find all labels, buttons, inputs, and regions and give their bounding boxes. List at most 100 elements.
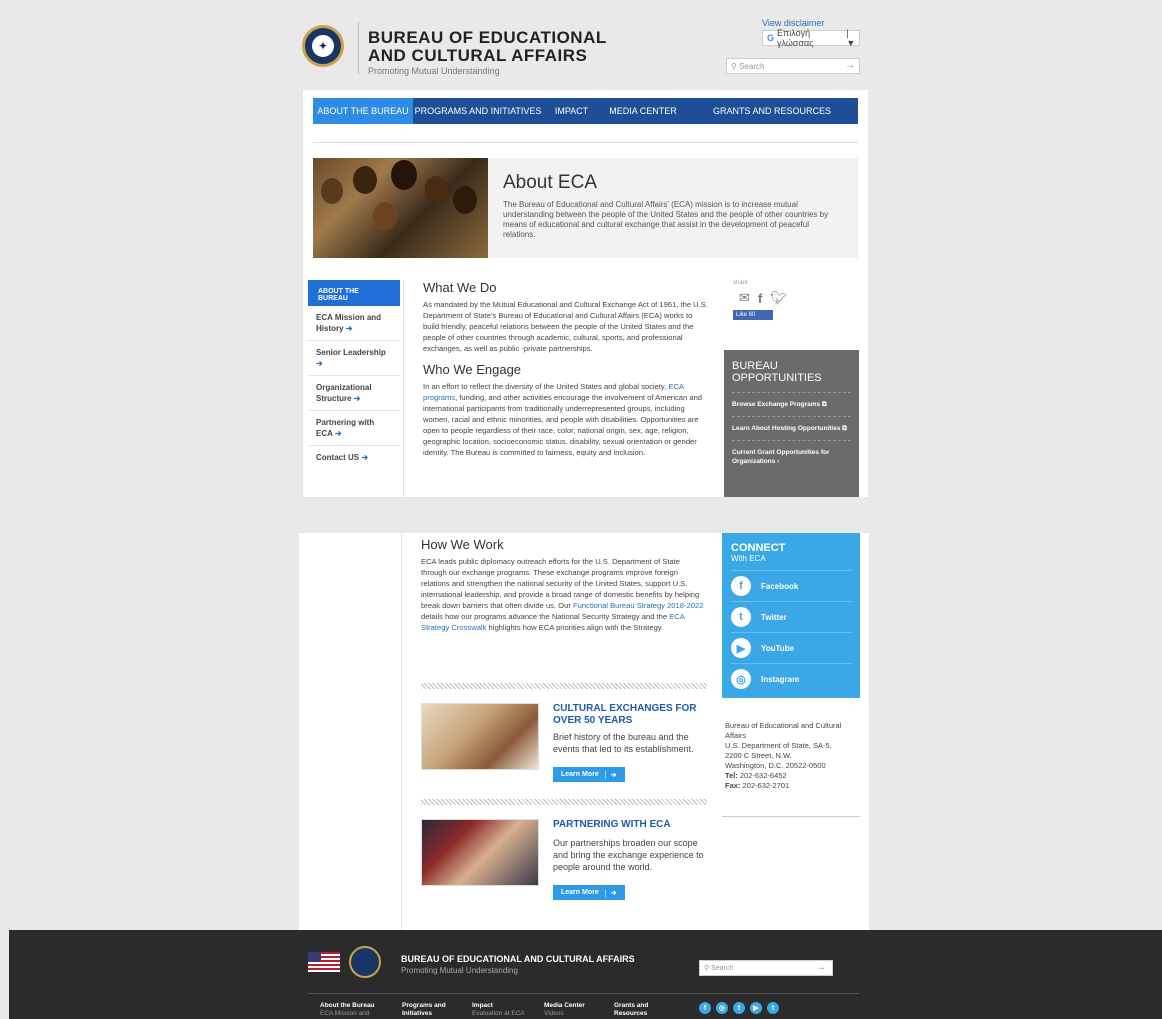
facebook-icon[interactable]: f (699, 1002, 711, 1014)
twitter-icon[interactable]: t (733, 1002, 745, 1014)
sidebar-item-partnering[interactable]: Partnering with ECA ➔ (308, 411, 400, 446)
connect-instagram[interactable]: ◎ Instagram (731, 663, 851, 694)
sidebar-item-label: Organizational Structure (316, 383, 372, 403)
twitter-icon[interactable]: 🐦︎ (770, 290, 787, 306)
connect-box: CONNECT With ECA f Facebook t Twitter ▶ You… (722, 533, 860, 698)
facebook-like-button[interactable]: Like 60 (733, 310, 773, 320)
search-submit-icon[interactable]: → (816, 962, 826, 973)
contact-address: Bureau of Educational and Cultural Affai… (725, 721, 860, 791)
sidebar-item-contact-us[interactable]: Contact US ➔ (308, 446, 400, 469)
sidebar-item-label: Senior Leadership (316, 348, 386, 357)
chevron-right-icon: › (777, 458, 780, 465)
sidebar-divider (401, 533, 402, 933)
connect-title: CONNECT (731, 542, 786, 554)
language-select[interactable]: G Επιλογή γλώσσας | ▼ (762, 28, 860, 48)
footer-nav-programs[interactable]: Programs and Initiatives (402, 1002, 472, 1018)
opportunity-grants[interactable]: Current Grant Opportunities for Organiza… (732, 440, 851, 473)
feature-title[interactable]: CULTURAL EXCHANGES FOR OVER 50 YEARS (553, 703, 708, 727)
connect-twitter[interactable]: t Twitter (731, 601, 851, 632)
eagle-icon: ✦ (310, 33, 336, 59)
content-panel-continued: How We Work ECA leads public diplomacy o… (299, 533, 869, 933)
connect-label: Twitter (761, 612, 787, 622)
opportunity-label: Browse Exchange Programs (732, 401, 821, 408)
footer-nav-about[interactable]: About the Bureau ECA Mission and (320, 1002, 402, 1018)
fax-value: 202-632-2701 (742, 781, 790, 790)
footer-nav-sub[interactable]: ECA Mission and (320, 1010, 402, 1018)
address-divider (722, 816, 860, 817)
twitter-icon[interactable]: t (767, 1002, 779, 1014)
nav-programs-and-initiatives[interactable]: PROGRAMS AND INITIATIVES (413, 98, 543, 124)
fax-line: Fax: 202-632-2701 (725, 781, 860, 791)
state-seal-logo[interactable] (349, 946, 381, 978)
youtube-icon[interactable]: ▶ (750, 1002, 762, 1014)
org-name-line1[interactable]: BUREAU OF EDUCATIONAL (368, 28, 607, 48)
sidebar-item-senior-leadership[interactable]: Senior Leadership ➔ (308, 341, 400, 376)
footer-nav-sub[interactable]: Videos (544, 1010, 614, 1018)
opportunity-hosting[interactable]: Learn About Hosting Opportunities ⧉ (732, 416, 851, 440)
how-we-work-section: How We Work ECA leads public diplomacy o… (421, 537, 706, 633)
address-line: 2200 C Street, N.W. (725, 751, 792, 760)
footer-nav-impact[interactable]: Impact Evaluation at ECA (472, 1002, 544, 1018)
feature-title[interactable]: PARTNERING WITH ECA (553, 819, 708, 831)
tel-value[interactable]: 202-632-6452 (740, 771, 787, 780)
opportunity-label: Learn About Hosting Opportunities (732, 425, 841, 432)
footer-search-input[interactable]: ⚲ Search → (699, 960, 833, 976)
search-icon: ⚲ (731, 61, 740, 71)
footer-nav-label: About the Bureau (320, 1002, 375, 1009)
how-we-work-text: ECA leads public diplomacy outreach effo… (421, 556, 706, 633)
external-link-icon: ⧉ (821, 401, 827, 408)
functional-bureau-strategy-link[interactable]: Functional Bureau Strategy 2018-2022 (573, 601, 703, 610)
connect-label: Instagram (761, 674, 800, 684)
connect-facebook[interactable]: f Facebook (731, 570, 851, 601)
learn-more-button[interactable]: Learn More ➔ (553, 885, 625, 900)
top-section: ✦ BUREAU OF EDUCATIONAL AND CULTURAL AFF… (0, 0, 1162, 497)
email-icon[interactable]: ✉ (739, 290, 750, 306)
facebook-icon[interactable]: f (758, 291, 762, 306)
footer-nav-grants[interactable]: Grants and Resources (614, 1002, 684, 1018)
sidebar-item-organizational-structure[interactable]: Organizational Structure ➔ (308, 376, 400, 411)
state-seal-logo[interactable]: ✦ (302, 25, 344, 67)
chevron-down-icon: | ▼ (846, 28, 856, 48)
connect-label: Facebook (761, 581, 799, 591)
footer-nav-media[interactable]: Media Center Videos (544, 1002, 614, 1018)
connect-youtube[interactable]: ▶ YouTube (731, 632, 851, 663)
hatched-divider (421, 683, 707, 689)
arrow-right-icon: ➔ (361, 453, 369, 462)
footer-title[interactable]: BUREAU OF EDUCATIONAL AND CULTURAL AFFAI… (401, 954, 635, 964)
learn-more-button[interactable]: Learn More ➔ (553, 767, 625, 782)
how-we-work-heading: How We Work (421, 537, 504, 552)
arrow-right-icon: ➔ (353, 394, 361, 403)
feature-photo[interactable] (421, 819, 539, 886)
sidebar-item-about-the-bureau[interactable]: ABOUT THE BUREAU (308, 280, 400, 306)
bottom-section: How We Work ECA leads public diplomacy o… (9, 533, 1162, 1019)
header-divider (358, 22, 359, 74)
what-we-do-heading: What We Do (423, 280, 497, 295)
hero-description: The Bureau of Educational and Cultural A… (503, 200, 829, 239)
nav-media-center[interactable]: MEDIA CENTER (600, 98, 686, 124)
search-input[interactable]: ⚲ Search → (726, 58, 860, 74)
nav-grants-and-resources[interactable]: GRANTS AND RESOURCES (686, 98, 858, 124)
button-label: Learn More (561, 889, 599, 896)
search-submit-icon[interactable]: → (845, 60, 855, 71)
site-footer: BUREAU OF EDUCATIONAL AND CULTURAL AFFAI… (9, 930, 1162, 1019)
org-name-line2[interactable]: AND CULTURAL AFFAIRS (368, 46, 587, 66)
google-icon: G (767, 33, 775, 43)
view-disclaimer-link[interactable]: View disclaimer (762, 18, 824, 28)
sidebar-divider (403, 280, 404, 497)
footer-nav-label: Programs and Initiatives (402, 1002, 446, 1017)
sidebar-item-label: Partnering with ECA (316, 418, 375, 438)
hero-banner: About ECA The Bureau of Educational and … (313, 158, 858, 258)
share-icons: ✉ f 🐦︎ (733, 290, 793, 306)
main-article: What We Do As mandated by the Mutual Edu… (423, 280, 708, 466)
nav-impact[interactable]: IMPACT (543, 98, 600, 124)
sidebar-item-mission-history[interactable]: ECA Mission and History ➔ (308, 306, 400, 341)
share-label: share (733, 280, 749, 286)
nav-about-the-bureau[interactable]: ABOUT THE BUREAU (313, 98, 413, 124)
instagram-icon[interactable]: ◎ (716, 1002, 728, 1014)
site-header: ✦ BUREAU OF EDUCATIONAL AND CULTURAL AFF… (300, 18, 862, 82)
arrow-right-icon: ➔ (604, 888, 617, 897)
opportunity-browse-programs[interactable]: Browse Exchange Programs ⧉ (732, 392, 851, 416)
facebook-icon: f (731, 576, 751, 596)
feature-photo[interactable] (421, 703, 539, 770)
footer-nav-sub[interactable]: Evaluation at ECA (472, 1010, 544, 1018)
